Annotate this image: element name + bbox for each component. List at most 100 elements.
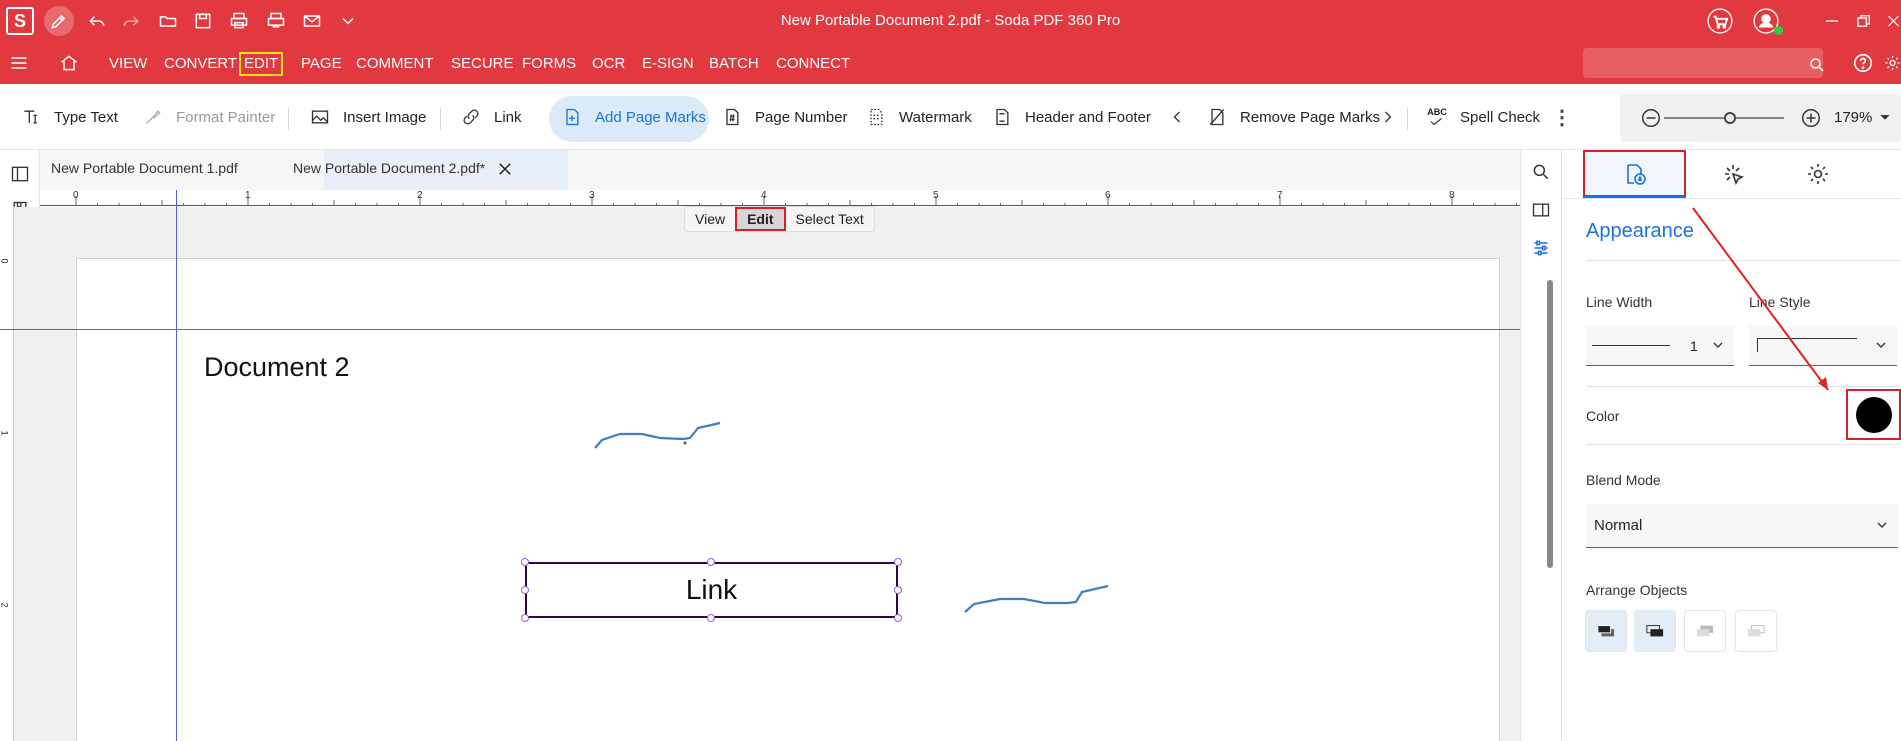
vertical-scrollbar[interactable] (1547, 280, 1553, 568)
remove-page-marks-label: Remove Page Marks (1240, 108, 1381, 126)
menu-secure[interactable]: SECURE (451, 54, 514, 74)
horizontal-guide-line[interactable] (0, 329, 1548, 330)
resize-handle-n[interactable] (707, 558, 715, 566)
add-page-marks-button[interactable]: Add Page Marks (561, 100, 706, 134)
line-width-preview (1592, 345, 1670, 346)
type-text-icon (20, 106, 42, 128)
restore-icon[interactable] (1852, 6, 1876, 36)
zoom-level[interactable]: 179% (1834, 109, 1872, 126)
tab-effects[interactable] (1693, 150, 1773, 198)
user-avatar-icon[interactable] (1750, 6, 1783, 36)
resize-handle-w[interactable] (521, 586, 529, 594)
tab-document-1[interactable]: New Portable Document 1.pdf (51, 160, 238, 176)
resize-handle-s[interactable] (707, 614, 715, 622)
settings-gear-icon[interactable] (1884, 48, 1901, 78)
page-number-label: Page Number (755, 108, 848, 126)
freehand-line-2[interactable] (960, 574, 1140, 614)
link-annotation-text: Link (685, 574, 738, 605)
search-icon[interactable] (1808, 56, 1826, 77)
type-text-button[interactable]: Type Text (20, 100, 118, 134)
link-annotation[interactable]: Link (525, 562, 898, 618)
spell-check-button[interactable]: ABC Spell Check (1426, 100, 1540, 134)
menu-convert[interactable]: CONVERT (164, 54, 237, 74)
menu-ocr[interactable]: OCR (592, 54, 625, 74)
bring-to-front-button[interactable] (1585, 610, 1627, 652)
tab-document-2[interactable]: New Portable Document 2.pdf* (293, 160, 485, 176)
resize-handle-e[interactable] (894, 586, 902, 594)
panel-toggle-icon[interactable] (10, 164, 30, 187)
close-window-icon[interactable] (1886, 6, 1901, 36)
horizontal-ruler: 0 1 2 3 4 5 6 7 8 (40, 190, 1520, 206)
remove-page-marks-button[interactable]: Remove Page Marks (1206, 100, 1380, 134)
menu-comment[interactable]: COMMENT (356, 54, 434, 74)
ruler-label: 7 (1277, 190, 1283, 201)
menu-edit[interactable]: EDIT (239, 52, 284, 76)
ruler-label: 1 (245, 190, 251, 201)
minimize-icon[interactable] (1820, 6, 1844, 36)
toolbar-scroll-right[interactable] (1377, 100, 1411, 134)
zoom-dropdown-icon[interactable] (1876, 108, 1894, 129)
hamburger-menu-icon[interactable] (4, 48, 34, 78)
toolbar-scroll-left[interactable] (1166, 100, 1200, 134)
link-button[interactable]: Link (460, 100, 522, 134)
cart-icon[interactable] (1704, 6, 1736, 36)
blend-mode-label: Blend Mode (1586, 472, 1661, 488)
zoom-in-icon[interactable] (1800, 107, 1822, 132)
line-width-label: Line Width (1586, 294, 1653, 310)
more-options-icon[interactable]: ⋮ (1552, 100, 1572, 134)
header-footer-label: Header and Footer (1025, 108, 1151, 126)
blend-mode-dropdown[interactable]: Normal (1586, 504, 1898, 548)
watermark-button[interactable]: Watermark (865, 100, 972, 134)
tab-appearance[interactable] (1583, 150, 1686, 198)
send-backward-button[interactable] (1684, 610, 1726, 652)
home-icon[interactable] (54, 48, 84, 78)
menu-batch[interactable]: BATCH (709, 54, 759, 74)
header-footer-button[interactable]: Header and Footer (991, 100, 1151, 134)
color-picker-button[interactable] (1846, 389, 1901, 440)
chevron-left-icon (1166, 106, 1188, 128)
bring-forward-button[interactable] (1634, 610, 1676, 652)
menu-e-sign[interactable]: E-SIGN (642, 54, 694, 74)
document-heading[interactable]: Document 2 (204, 352, 350, 383)
ruler-label: 8 (1449, 190, 1455, 201)
zoom-slider-thumb[interactable] (1724, 112, 1736, 124)
mode-switch: View Edit Select Text (684, 206, 875, 232)
pages-panel-icon[interactable] (1531, 200, 1551, 223)
send-to-back-button[interactable] (1735, 610, 1777, 652)
appearance-heading: Appearance (1586, 220, 1694, 242)
resize-handle-nw[interactable] (521, 558, 529, 566)
resize-handle-sw[interactable] (521, 614, 529, 622)
image-icon (309, 106, 331, 128)
menu-forms[interactable]: FORMS (522, 54, 576, 74)
search-document-icon[interactable] (1531, 162, 1551, 185)
vertical-guide-line[interactable] (176, 190, 177, 741)
menu-connect[interactable]: CONNECT (776, 54, 850, 74)
search-input[interactable] (1583, 48, 1823, 78)
properties-sliders-icon[interactable] (1531, 238, 1551, 261)
menu-bar: VIEW CONVERT EDIT PAGE COMMENT SECURE FO… (0, 42, 1901, 84)
arrange-objects-label: Arrange Objects (1586, 582, 1688, 598)
format-painter-button[interactable]: Format Painter (142, 100, 275, 134)
menu-page[interactable]: PAGE (301, 54, 342, 74)
close-tab-icon[interactable] (496, 160, 514, 181)
ruler-label: 0 (73, 190, 79, 201)
zoom-out-icon[interactable] (1640, 107, 1662, 132)
add-page-marks-icon (561, 106, 583, 128)
insert-image-button[interactable]: Insert Image (309, 100, 426, 134)
freehand-line-1[interactable] (590, 410, 770, 455)
resize-handle-ne[interactable] (894, 558, 902, 566)
link-icon (460, 106, 482, 128)
resize-handle-se[interactable] (894, 614, 902, 622)
tab-settings[interactable] (1778, 150, 1858, 198)
section-divider (1586, 444, 1901, 445)
link-label: Link (494, 108, 522, 126)
edit-mode-button[interactable]: Edit (735, 207, 786, 231)
view-mode-button[interactable]: View (685, 207, 735, 231)
pdf-page[interactable] (76, 258, 1500, 741)
select-text-mode-button[interactable]: Select Text (786, 207, 874, 231)
page-number-button[interactable]: Page Number (721, 100, 848, 134)
title-bar: S New Portable Document 2.pdf - Soda PDF… (0, 0, 1901, 42)
help-icon[interactable] (1848, 48, 1878, 78)
menu-view[interactable]: VIEW (109, 54, 147, 74)
send-to-back-icon (1747, 625, 1765, 637)
